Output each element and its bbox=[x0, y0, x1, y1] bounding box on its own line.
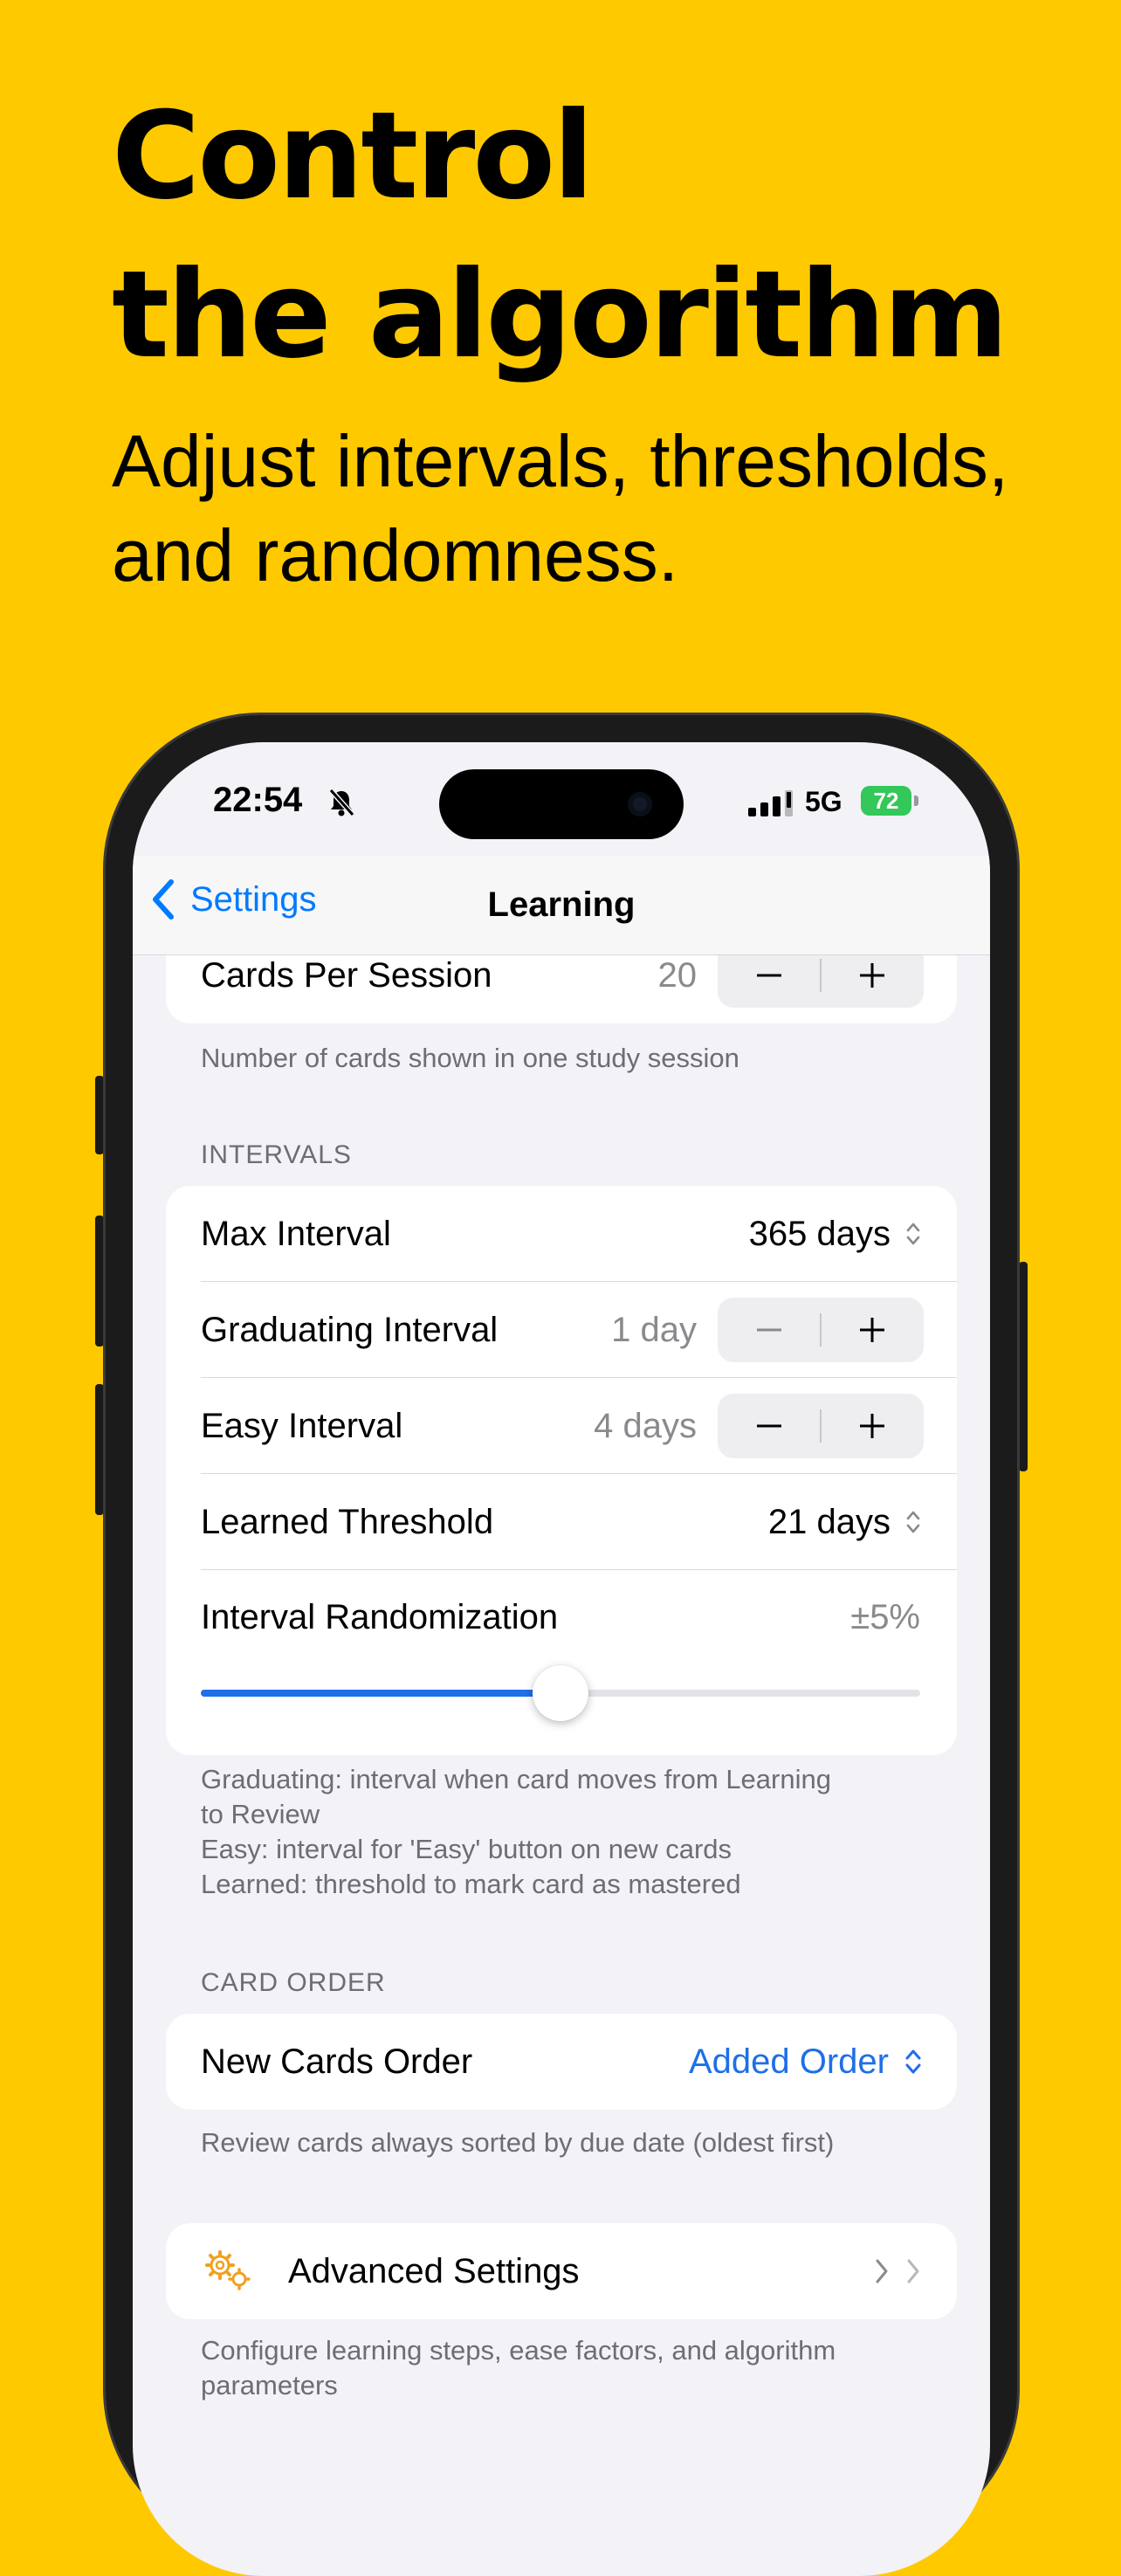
signal-strength-icon bbox=[748, 790, 793, 816]
advanced-settings-row[interactable]: Advanced Settings bbox=[166, 2223, 957, 2319]
minus-icon bbox=[757, 974, 781, 977]
new-cards-order-label: New Cards Order bbox=[201, 2042, 473, 2081]
intervals-section-header: INTERVALS bbox=[201, 1140, 352, 1169]
battery-tip bbox=[914, 796, 918, 806]
network-type: 5G bbox=[805, 786, 842, 817]
cards-per-session-value: 20 bbox=[657, 956, 698, 995]
graduating-interval-row: Graduating Interval 1 day bbox=[166, 1282, 957, 1378]
graduating-interval-label: Graduating Interval bbox=[201, 1311, 499, 1349]
plus-icon bbox=[860, 1414, 884, 1438]
easy-interval-decrement-button[interactable] bbox=[718, 1394, 821, 1458]
card-order-footer: Review cards always sorted by due date (… bbox=[201, 2125, 925, 2160]
headline-line-1: Control bbox=[112, 86, 594, 226]
cards-per-session-footer: Number of cards shown in one study sessi… bbox=[201, 1041, 925, 1076]
max-interval-row[interactable]: Max Interval 365 days bbox=[166, 1186, 957, 1282]
battery-icon: 72 bbox=[861, 786, 911, 816]
camera-icon bbox=[628, 792, 652, 816]
phone-screen: 22:54 5G 72 Settings Learning Cards Per … bbox=[133, 742, 990, 2576]
graduating-interval-increment-button[interactable] bbox=[821, 1298, 924, 1362]
chevron-right-icon bbox=[876, 2259, 888, 2283]
gears-icon bbox=[205, 2250, 251, 2290]
chevron-up-down-icon bbox=[906, 1511, 920, 1533]
intervals-footer: Graduating: interval when card moves fro… bbox=[201, 1762, 925, 1902]
interval-randomization-row: Interval Randomization ±5% bbox=[166, 1570, 957, 1666]
power-button bbox=[1019, 1262, 1028, 1471]
chevron-up-down-icon bbox=[905, 2049, 921, 2074]
dynamic-island bbox=[439, 769, 684, 839]
minus-icon bbox=[757, 1328, 781, 1332]
randomization-slider-thumb[interactable] bbox=[533, 1665, 588, 1721]
minus-icon bbox=[757, 1424, 781, 1428]
max-interval-value: 365 days bbox=[748, 1215, 891, 1253]
intervals-card: Max Interval 365 days Graduating Interva… bbox=[166, 1186, 957, 1755]
footer-line: Configure learning steps, ease factors, … bbox=[201, 2335, 836, 2366]
subtitle: Adjust intervals, thresholds, and random… bbox=[112, 414, 1116, 603]
footer-text: Review cards always sorted by due date (… bbox=[201, 2127, 835, 2158]
easy-interval-row: Easy Interval 4 days bbox=[166, 1378, 957, 1474]
footer-line: Easy: interval for 'Easy' button on new … bbox=[201, 1834, 732, 1864]
status-time: 22:54 bbox=[213, 781, 303, 819]
battery-level: 72 bbox=[873, 788, 899, 814]
cards-per-session-decrement-button[interactable] bbox=[718, 955, 821, 1008]
subtitle-line-1: Adjust intervals, thresholds, bbox=[112, 420, 1009, 502]
footer-line: Graduating: interval when card moves fro… bbox=[201, 1764, 831, 1794]
cards-per-session-card: Cards Per Session 20 bbox=[166, 955, 957, 1023]
learned-threshold-row[interactable]: Learned Threshold 21 days bbox=[166, 1474, 957, 1570]
graduating-interval-decrement-button[interactable] bbox=[718, 1298, 821, 1362]
advanced-settings-card: Advanced Settings bbox=[166, 2223, 957, 2319]
randomization-slider-fill bbox=[201, 1690, 560, 1697]
headline: Control the algorithm bbox=[112, 77, 1072, 395]
graduating-interval-value: 1 day bbox=[611, 1311, 697, 1349]
cards-per-session-label: Cards Per Session bbox=[201, 956, 492, 995]
advanced-settings-label: Advanced Settings bbox=[288, 2252, 580, 2290]
chevron-right-icon bbox=[907, 2259, 919, 2283]
max-interval-label: Max Interval bbox=[201, 1215, 391, 1253]
cards-per-session-increment-button[interactable] bbox=[821, 955, 924, 1008]
navigation-bar: Settings Learning bbox=[133, 856, 990, 955]
graduating-interval-stepper[interactable] bbox=[718, 1298, 924, 1362]
easy-interval-label: Easy Interval bbox=[201, 1407, 403, 1445]
page-title: Learning bbox=[487, 885, 636, 924]
new-cards-order-row[interactable]: New Cards Order Added Order bbox=[166, 2014, 957, 2110]
cards-per-session-stepper[interactable] bbox=[718, 955, 924, 1008]
headline-line-2: the algorithm bbox=[112, 245, 1008, 385]
footer-line: to Review bbox=[201, 1799, 320, 1829]
status-bar: 22:54 5G 72 bbox=[133, 742, 990, 856]
advanced-settings-footer: Configure learning steps, ease factors, … bbox=[201, 2333, 925, 2403]
learned-threshold-value: 21 days bbox=[767, 1503, 891, 1541]
plus-icon bbox=[860, 1318, 884, 1342]
footer-line: parameters bbox=[201, 2370, 338, 2400]
easy-interval-stepper[interactable] bbox=[718, 1394, 924, 1458]
card-order-card: New Cards Order Added Order bbox=[166, 2014, 957, 2110]
chevron-up-down-icon bbox=[906, 1223, 920, 1245]
footer-line: Learned: threshold to mark card as maste… bbox=[201, 1869, 741, 1899]
bell-slash-icon bbox=[328, 789, 355, 816]
subtitle-line-2: and randomness. bbox=[112, 514, 679, 596]
new-cards-order-value[interactable]: Added Order bbox=[689, 2014, 889, 2110]
learned-threshold-label: Learned Threshold bbox=[201, 1503, 494, 1541]
interval-randomization-label: Interval Randomization bbox=[201, 1598, 559, 1636]
plus-icon bbox=[860, 963, 884, 988]
easy-interval-increment-button[interactable] bbox=[821, 1394, 924, 1458]
interval-randomization-value: ±5% bbox=[850, 1598, 920, 1636]
footer-text: Number of cards shown in one study sessi… bbox=[201, 1043, 739, 1073]
card-order-section-header: CARD ORDER bbox=[201, 1968, 386, 1997]
easy-interval-value: 4 days bbox=[594, 1407, 697, 1445]
